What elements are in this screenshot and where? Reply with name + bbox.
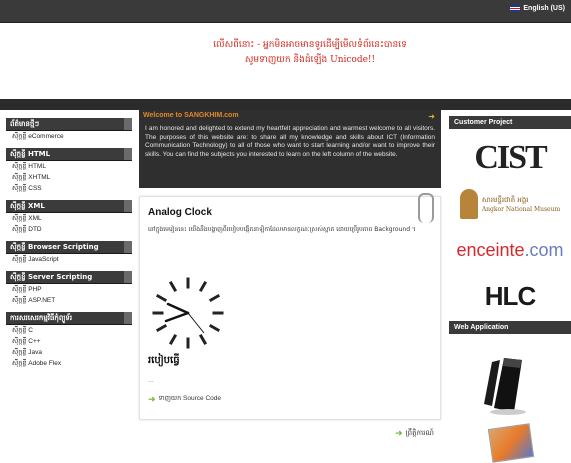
- sidebar-item[interactable]: ស៊ីក្កខ្លី PHP: [6, 284, 132, 295]
- sidebar-heading-html: ស៊ីក្កខ្លី HTML: [6, 148, 132, 161]
- analog-clock-image: [152, 277, 224, 349]
- web-app-thumbnail[interactable]: [487, 423, 535, 463]
- sidebar-item[interactable]: ស៊ីក្កខ្លី Java: [6, 347, 132, 358]
- article-subtitle: របៀបធ្វើ: [148, 355, 180, 366]
- sidebar-item[interactable]: ស៊ីក្កខ្លី CSS: [6, 183, 132, 194]
- source-code-label: ទាញយក Source Code: [158, 395, 221, 402]
- angkor-museum-logo[interactable]: សារមន្ទីរជាតិ អង្គរ Angkor National Muse…: [449, 181, 571, 227]
- notice-line-1: លើសពីនោះ - អ្នកមិនអាចមានទូរដើម្បីមើលទំព័…: [213, 40, 407, 50]
- right-sidebar: Customer Project CIST សារមន្ទីរជាតិ អង្គ…: [449, 116, 571, 463]
- sidebar-heading-news: ព័ត៌មានថ្មីៗ: [6, 118, 132, 131]
- angkor-emblem-icon: [459, 189, 478, 219]
- hlc-logo[interactable]: HLC: [449, 273, 571, 319]
- notice-line-2: សូមទាញយក និងដំឡើង Unicode!!: [244, 55, 376, 65]
- left-sidebar: ព័ត៌មានថ្មីៗ ស៊ីក្កខ្លី eCommerce ស៊ីក្ក…: [6, 118, 132, 369]
- more-link[interactable]: ➜ ព្រឹត្តិការណ៍: [395, 429, 434, 439]
- source-code-link[interactable]: ➜ ទាញយក Source Code: [148, 395, 221, 404]
- language-selector[interactable]: English (US): [510, 5, 565, 12]
- cist-logo[interactable]: CIST: [449, 135, 571, 181]
- customer-project-heading: Customer Project: [449, 116, 571, 129]
- top-bar: English (US): [0, 0, 571, 23]
- sidebar-item[interactable]: ស៊ីក្កខ្លី Adobe Flex: [6, 358, 132, 369]
- uk-flag-icon: [510, 5, 521, 12]
- article-title[interactable]: Analog Clock: [148, 207, 212, 218]
- sidebar-heading-programming: ការសរសេរកម្មវិធីកុំព្យូទ័រ: [6, 312, 132, 325]
- sidebar-item[interactable]: ស៊ីក្កខ្លី C++: [6, 336, 132, 347]
- sidebar-item[interactable]: ស៊ីក្កខ្លី XHTML: [6, 172, 132, 183]
- ellipsis-text: ...: [148, 377, 154, 384]
- article-card: Analog Clock នៅក្នុងមេរៀននេះ យើងនឹងបង្ហា…: [139, 193, 441, 420]
- sidebar-item[interactable]: ស៊ីក្កខ្លី eCommerce: [6, 131, 132, 142]
- sidebar-item[interactable]: ស៊ីក្កខ្លី HTML: [6, 161, 132, 172]
- sidebar-item[interactable]: ស៊ីក្កខ្លី XML: [6, 213, 132, 224]
- sidebar-item[interactable]: ស៊ីក្កខ្លី JavaScript: [6, 254, 132, 265]
- sidebar-heading-xml: ស៊ីក្កខ្លី XML: [6, 200, 132, 213]
- sidebar-item[interactable]: ស៊ីក្កខ្លី DTD: [6, 224, 132, 235]
- enceinte-logo[interactable]: enceinte.com: [449, 227, 571, 273]
- web-application-heading: Web Application: [449, 321, 571, 334]
- more-link-label: ព្រឹត្តិការណ៍: [405, 429, 434, 437]
- paperclip-icon: [418, 193, 434, 223]
- header-bar: [0, 99, 571, 110]
- language-label: English (US): [523, 5, 565, 12]
- green-arrow-icon: ➜: [395, 428, 403, 439]
- welcome-box: Welcome to SANGKHIM.com ➜ I am honored a…: [139, 110, 441, 188]
- sidebar-item[interactable]: ស៊ីក្កខ្លី C: [6, 325, 132, 336]
- article-description: នៅក្នុងមេរៀននេះ យើងនឹងបង្ហាញពីរបៀបបង្កើត…: [148, 226, 416, 233]
- sidebar-heading-browser-scripting: ស៊ីក្កខ្លី Browser Scripting: [6, 241, 132, 254]
- green-arrow-icon: ➜: [148, 394, 156, 404]
- sidebar-item[interactable]: ស៊ីក្កខ្លី ASP.NET: [6, 295, 132, 306]
- unicode-notice: លើសពីនោះ - អ្នកមិនអាចមានទូរដើម្បីមើលទំព័…: [100, 38, 520, 68]
- console-product-image[interactable]: [478, 354, 534, 416]
- arrow-right-icon[interactable]: ➜: [428, 112, 435, 121]
- sidebar-heading-server-scripting: ស៊ីក្កខ្លី Server Scripting: [6, 271, 132, 284]
- welcome-title: Welcome to SANGKHIM.com: [143, 112, 239, 119]
- welcome-body: I am honored and delighted to extend my …: [145, 125, 435, 158]
